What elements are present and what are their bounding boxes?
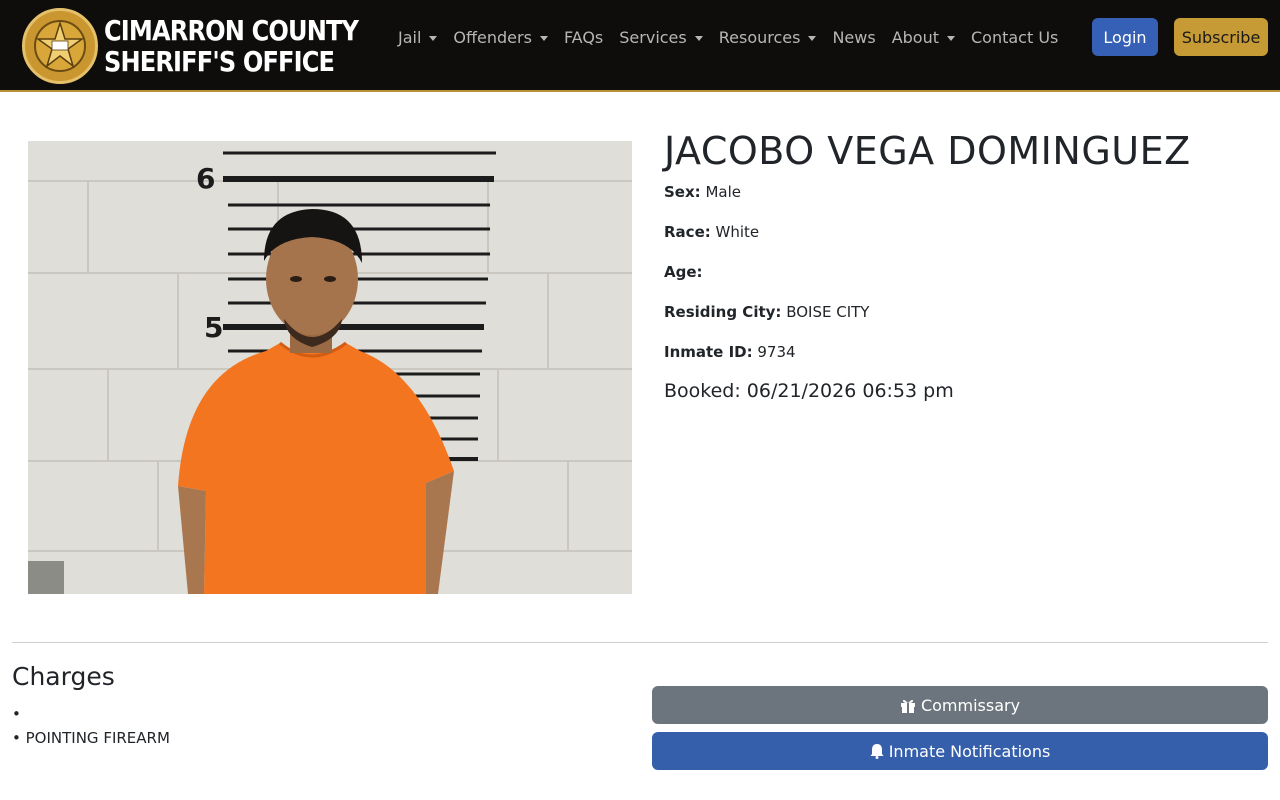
inmate-details: JACOBO VEGA DOMINGUEZ Sex: Male Race: Wh…: [664, 128, 1264, 404]
nav-faqs-label: FAQs: [563, 28, 604, 47]
chevron-down-icon: [808, 35, 817, 41]
subscribe-button[interactable]: Subscribe: [1174, 18, 1268, 56]
field-sex: Sex: Male: [664, 182, 1264, 222]
field-race-label: Race:: [664, 223, 711, 241]
brand-line-2: SHERIFF'S OFFICE: [104, 45, 335, 78]
nav-jail-label: Jail: [398, 28, 422, 47]
nav-about[interactable]: About: [892, 27, 955, 49]
field-city-value: BOISE CITY: [786, 303, 870, 321]
field-age: Age:: [664, 262, 1264, 302]
brand-line-1: CIMARRON COUNTY: [104, 14, 359, 47]
field-sex-value: Male: [705, 183, 741, 201]
chevron-down-icon: [947, 35, 955, 41]
list-item: •: [12, 705, 21, 723]
height-mark-5: 5: [204, 311, 223, 344]
charges-heading: Charges: [12, 662, 115, 691]
nav-jail[interactable]: Jail: [398, 27, 438, 49]
nav-contact-label: Contact Us: [971, 28, 1059, 47]
site-header: CIMARRON COUNTY SHERIFF'S OFFICE Jail Of…: [0, 0, 1280, 92]
field-city-label: Residing City:: [664, 303, 782, 321]
bell-icon: [870, 744, 884, 759]
nav-news-label: News: [832, 28, 876, 47]
login-button[interactable]: Login: [1092, 18, 1158, 56]
main-nav: Jail Offenders FAQs Services Resources N…: [398, 27, 1074, 49]
nav-about-label: About: [891, 28, 939, 47]
nav-offenders[interactable]: Offenders: [453, 27, 548, 49]
inmate-name: JACOBO VEGA DOMINGUEZ: [664, 129, 1191, 173]
field-race-value: White: [715, 223, 760, 241]
nav-services[interactable]: Services: [619, 27, 703, 49]
field-age-label: Age:: [664, 263, 703, 281]
inmate-notifications-button[interactable]: Inmate Notifications: [652, 732, 1268, 770]
chevron-down-icon: [539, 35, 548, 41]
chevron-down-icon: [429, 35, 438, 41]
booked-datetime: Booked: 06/21/2026 06:53 pm: [664, 380, 954, 402]
nav-resources-label: Resources: [718, 28, 801, 47]
charges-list: • • POINTING FIREARM: [12, 702, 170, 750]
sheriff-seal-icon: [22, 8, 98, 84]
charge-text: POINTING FIREARM: [25, 729, 170, 747]
list-item: • POINTING FIREARM: [12, 729, 170, 747]
field-sex-label: Sex:: [664, 183, 701, 201]
gift-icon: [900, 699, 915, 713]
inmate-mugshot: 6 5: [28, 141, 632, 594]
field-race: Race: White: [664, 222, 1264, 262]
section-divider: [12, 642, 1268, 643]
field-residing-city: Residing City: BOISE CITY: [664, 302, 1264, 342]
nav-contact-us[interactable]: Contact Us: [971, 27, 1058, 49]
chevron-down-icon: [694, 35, 703, 41]
field-id-label: Inmate ID:: [664, 343, 753, 361]
height-mark-6: 6: [196, 162, 215, 195]
field-id-value: 9734: [757, 343, 796, 361]
site-logo[interactable]: CIMARRON COUNTY SHERIFF'S OFFICE: [22, 8, 400, 84]
field-inmate-id: Inmate ID: 9734: [664, 342, 1264, 382]
nav-resources[interactable]: Resources: [719, 27, 817, 49]
nav-faqs[interactable]: FAQs: [564, 27, 603, 49]
nav-news[interactable]: News: [832, 27, 875, 49]
nav-services-label: Services: [619, 28, 687, 47]
commissary-label: Commissary: [920, 695, 1021, 715]
commissary-button[interactable]: Commissary: [652, 686, 1268, 724]
notifications-label: Inmate Notifications: [888, 741, 1051, 761]
nav-offenders-label: Offenders: [453, 28, 532, 47]
